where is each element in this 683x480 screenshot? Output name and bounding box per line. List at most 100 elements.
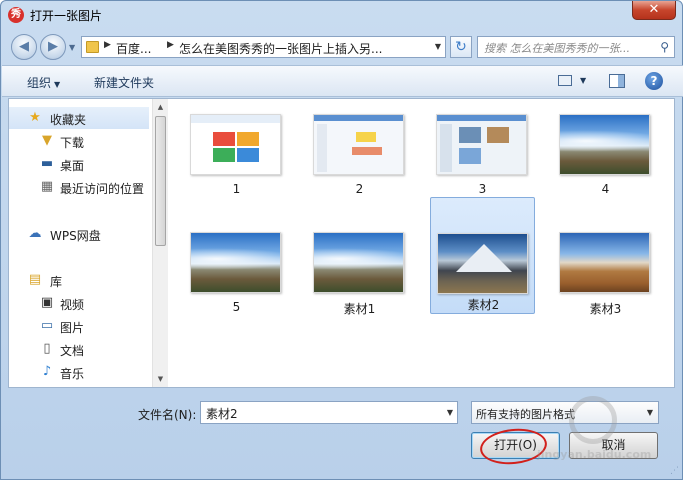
meitu-app-icon: 秀 xyxy=(8,7,24,23)
chevron-down-icon: ▼ xyxy=(54,80,61,89)
back-arrow-icon: ◀ xyxy=(19,39,29,54)
video-icon: ▣ xyxy=(40,295,54,310)
forward-arrow-icon: ▶ xyxy=(48,39,58,54)
address-bar[interactable]: ▶ 百度... ▶ 怎么在美图秀秀的一张图片上插入另... ▼ xyxy=(81,36,446,58)
file-name: 素材1 xyxy=(343,302,376,316)
change-view-icon[interactable] xyxy=(558,75,572,86)
scrollbar-thumb[interactable] xyxy=(155,116,166,246)
preview-pane-icon[interactable] xyxy=(609,74,625,88)
file-name: 5 xyxy=(232,300,241,314)
sidebar-item-pictures[interactable]: ▭ 图片 xyxy=(9,315,149,337)
file-item[interactable]: 4 xyxy=(553,102,658,219)
picture-icon: ▭ xyxy=(40,318,54,333)
library-icon: ▤ xyxy=(28,272,42,287)
file-name: 4 xyxy=(601,182,610,196)
file-name: 素材2 xyxy=(467,298,500,312)
document-icon: ▯ xyxy=(43,341,51,356)
navigation-pane: ★ 收藏夹 ▼ 下载 ▬ 桌面 ▦ 最近访问的位置 ☁ WPS网盘 ▤ 库 ▣ … xyxy=(9,99,152,387)
sidebar-item-label: 音乐 xyxy=(60,367,85,381)
desktop-icon: ▬ xyxy=(40,156,54,171)
filename-label: 文件名(N): xyxy=(138,408,197,422)
sidebar-item-favorites[interactable]: ★ 收藏夹 xyxy=(9,107,149,129)
sidebar-item-label: 桌面 xyxy=(60,159,85,173)
content-area: ★ 收藏夹 ▼ 下载 ▬ 桌面 ▦ 最近访问的位置 ☁ WPS网盘 ▤ 库 ▣ … xyxy=(8,98,675,388)
refresh-icon: ↻ xyxy=(455,39,467,55)
filename-history-dropdown-icon[interactable]: ▼ xyxy=(447,408,453,417)
command-toolbar: 组织 ▼ 新建文件夹 ▼ ? xyxy=(2,65,683,97)
file-name: 3 xyxy=(478,182,487,196)
title-bar: 秀 打开一张图片 ✕ xyxy=(1,1,682,29)
file-item[interactable]: 2 xyxy=(307,102,412,219)
scroll-up-icon[interactable]: ▲ xyxy=(153,99,168,115)
recent-pages-dropdown[interactable]: ▼ xyxy=(69,43,75,52)
resize-grip-icon[interactable]: ⋰ xyxy=(670,466,679,476)
close-button[interactable]: ✕ xyxy=(632,1,676,20)
organize-menu[interactable]: 组织 ▼ xyxy=(27,74,60,91)
cloud-icon: ☁ xyxy=(28,226,42,241)
breadcrumb-separator-icon[interactable]: ▶ xyxy=(167,40,174,50)
watermark-text: jingyan.baidu.com xyxy=(537,448,652,461)
star-icon: ★ xyxy=(29,110,41,125)
file-name: 2 xyxy=(355,182,364,196)
sidebar-item-videos[interactable]: ▣ 视频 xyxy=(9,292,149,314)
file-thumbnail xyxy=(559,232,650,293)
organize-label: 组织 xyxy=(27,76,52,90)
baidu-jingyan-watermark: jingyan.baidu.com xyxy=(529,396,679,476)
window-title: 打开一张图片 xyxy=(30,9,103,23)
breadcrumb-separator-icon[interactable]: ▶ xyxy=(104,40,111,50)
file-name: 素材3 xyxy=(589,302,622,316)
close-icon: ✕ xyxy=(648,2,660,17)
sidebar-item-label: 视频 xyxy=(60,298,85,312)
scroll-down-icon[interactable]: ▼ xyxy=(153,371,168,387)
file-thumbnail xyxy=(313,232,404,293)
search-box[interactable]: 搜索 怎么在美图秀秀的一张... ⚲ xyxy=(477,36,675,58)
file-item[interactable]: 1 xyxy=(184,102,289,219)
forward-button[interactable]: ▶ xyxy=(40,34,66,60)
file-item[interactable]: 5 xyxy=(184,220,289,337)
file-thumbnail xyxy=(190,114,281,175)
view-options-dropdown-icon[interactable]: ▼ xyxy=(580,76,586,85)
music-icon: ♪ xyxy=(42,364,52,379)
file-thumbnail xyxy=(559,114,650,175)
sidebar-item-library[interactable]: ▤ 库 xyxy=(9,269,149,291)
file-item-selected[interactable]: 素材2 xyxy=(430,197,535,314)
file-thumbnail xyxy=(437,233,528,294)
new-folder-button[interactable]: 新建文件夹 xyxy=(94,74,154,91)
sidebar-item-recent[interactable]: ▦ 最近访问的位置 xyxy=(9,176,149,198)
refresh-button[interactable]: ↻ xyxy=(450,36,472,58)
open-image-dialog: 秀 打开一张图片 ✕ ◀ ▶ ▼ ▶ 百度... ▶ 怎么在美图秀秀的一张图片上… xyxy=(0,0,683,480)
search-input[interactable]: 搜索 怎么在美图秀秀的一张... xyxy=(484,40,630,56)
sidebar-item-label: 最近访问的位置 xyxy=(60,182,145,196)
folder-icon xyxy=(86,41,99,53)
back-button[interactable]: ◀ xyxy=(11,34,37,60)
file-name: 1 xyxy=(232,182,241,196)
sidebar-item-label: 下载 xyxy=(60,136,85,150)
sidebar-item-label: 库 xyxy=(50,275,63,289)
sidebar-item-music[interactable]: ♪ 音乐 xyxy=(9,361,149,383)
breadcrumb-item[interactable]: 怎么在美图秀秀的一张图片上插入另... xyxy=(179,40,382,57)
file-thumbnail xyxy=(436,114,527,175)
recent-places-icon: ▦ xyxy=(40,179,54,194)
file-thumbnail xyxy=(313,114,404,175)
file-grid: 1 2 3 4 5 素材1 素材2 素材3 xyxy=(174,99,674,387)
file-item[interactable]: 素材1 xyxy=(307,220,412,337)
sidebar-item-label: 文档 xyxy=(60,344,85,358)
downloads-folder-icon: ▼ xyxy=(42,133,52,148)
sidebar-item-label: 收藏夹 xyxy=(50,113,87,127)
navigation-row: ◀ ▶ ▼ ▶ 百度... ▶ 怎么在美图秀秀的一张图片上插入另... ▼ ↻ … xyxy=(9,34,675,60)
file-item[interactable]: 素材3 xyxy=(553,220,658,337)
sidebar-item-label: WPS网盘 xyxy=(50,229,101,243)
sidebar-item-downloads[interactable]: ▼ 下载 xyxy=(9,130,149,152)
file-thumbnail xyxy=(190,232,281,293)
help-icon[interactable]: ? xyxy=(645,72,663,90)
sidebar-item-label: 图片 xyxy=(60,321,85,335)
sidebar-item-wps[interactable]: ☁ WPS网盘 xyxy=(9,223,149,245)
filename-field[interactable]: 素材2 ▼ xyxy=(200,401,458,424)
sidebar-scrollbar[interactable]: ▲ ▼ xyxy=(152,99,168,387)
sidebar-item-desktop[interactable]: ▬ 桌面 xyxy=(9,153,149,175)
address-dropdown-icon[interactable]: ▼ xyxy=(435,42,441,51)
breadcrumb-item[interactable]: 百度... xyxy=(116,40,151,57)
sidebar-item-documents[interactable]: ▯ 文档 xyxy=(9,338,149,360)
search-icon[interactable]: ⚲ xyxy=(660,40,669,54)
filename-value[interactable]: 素材2 xyxy=(206,405,238,422)
